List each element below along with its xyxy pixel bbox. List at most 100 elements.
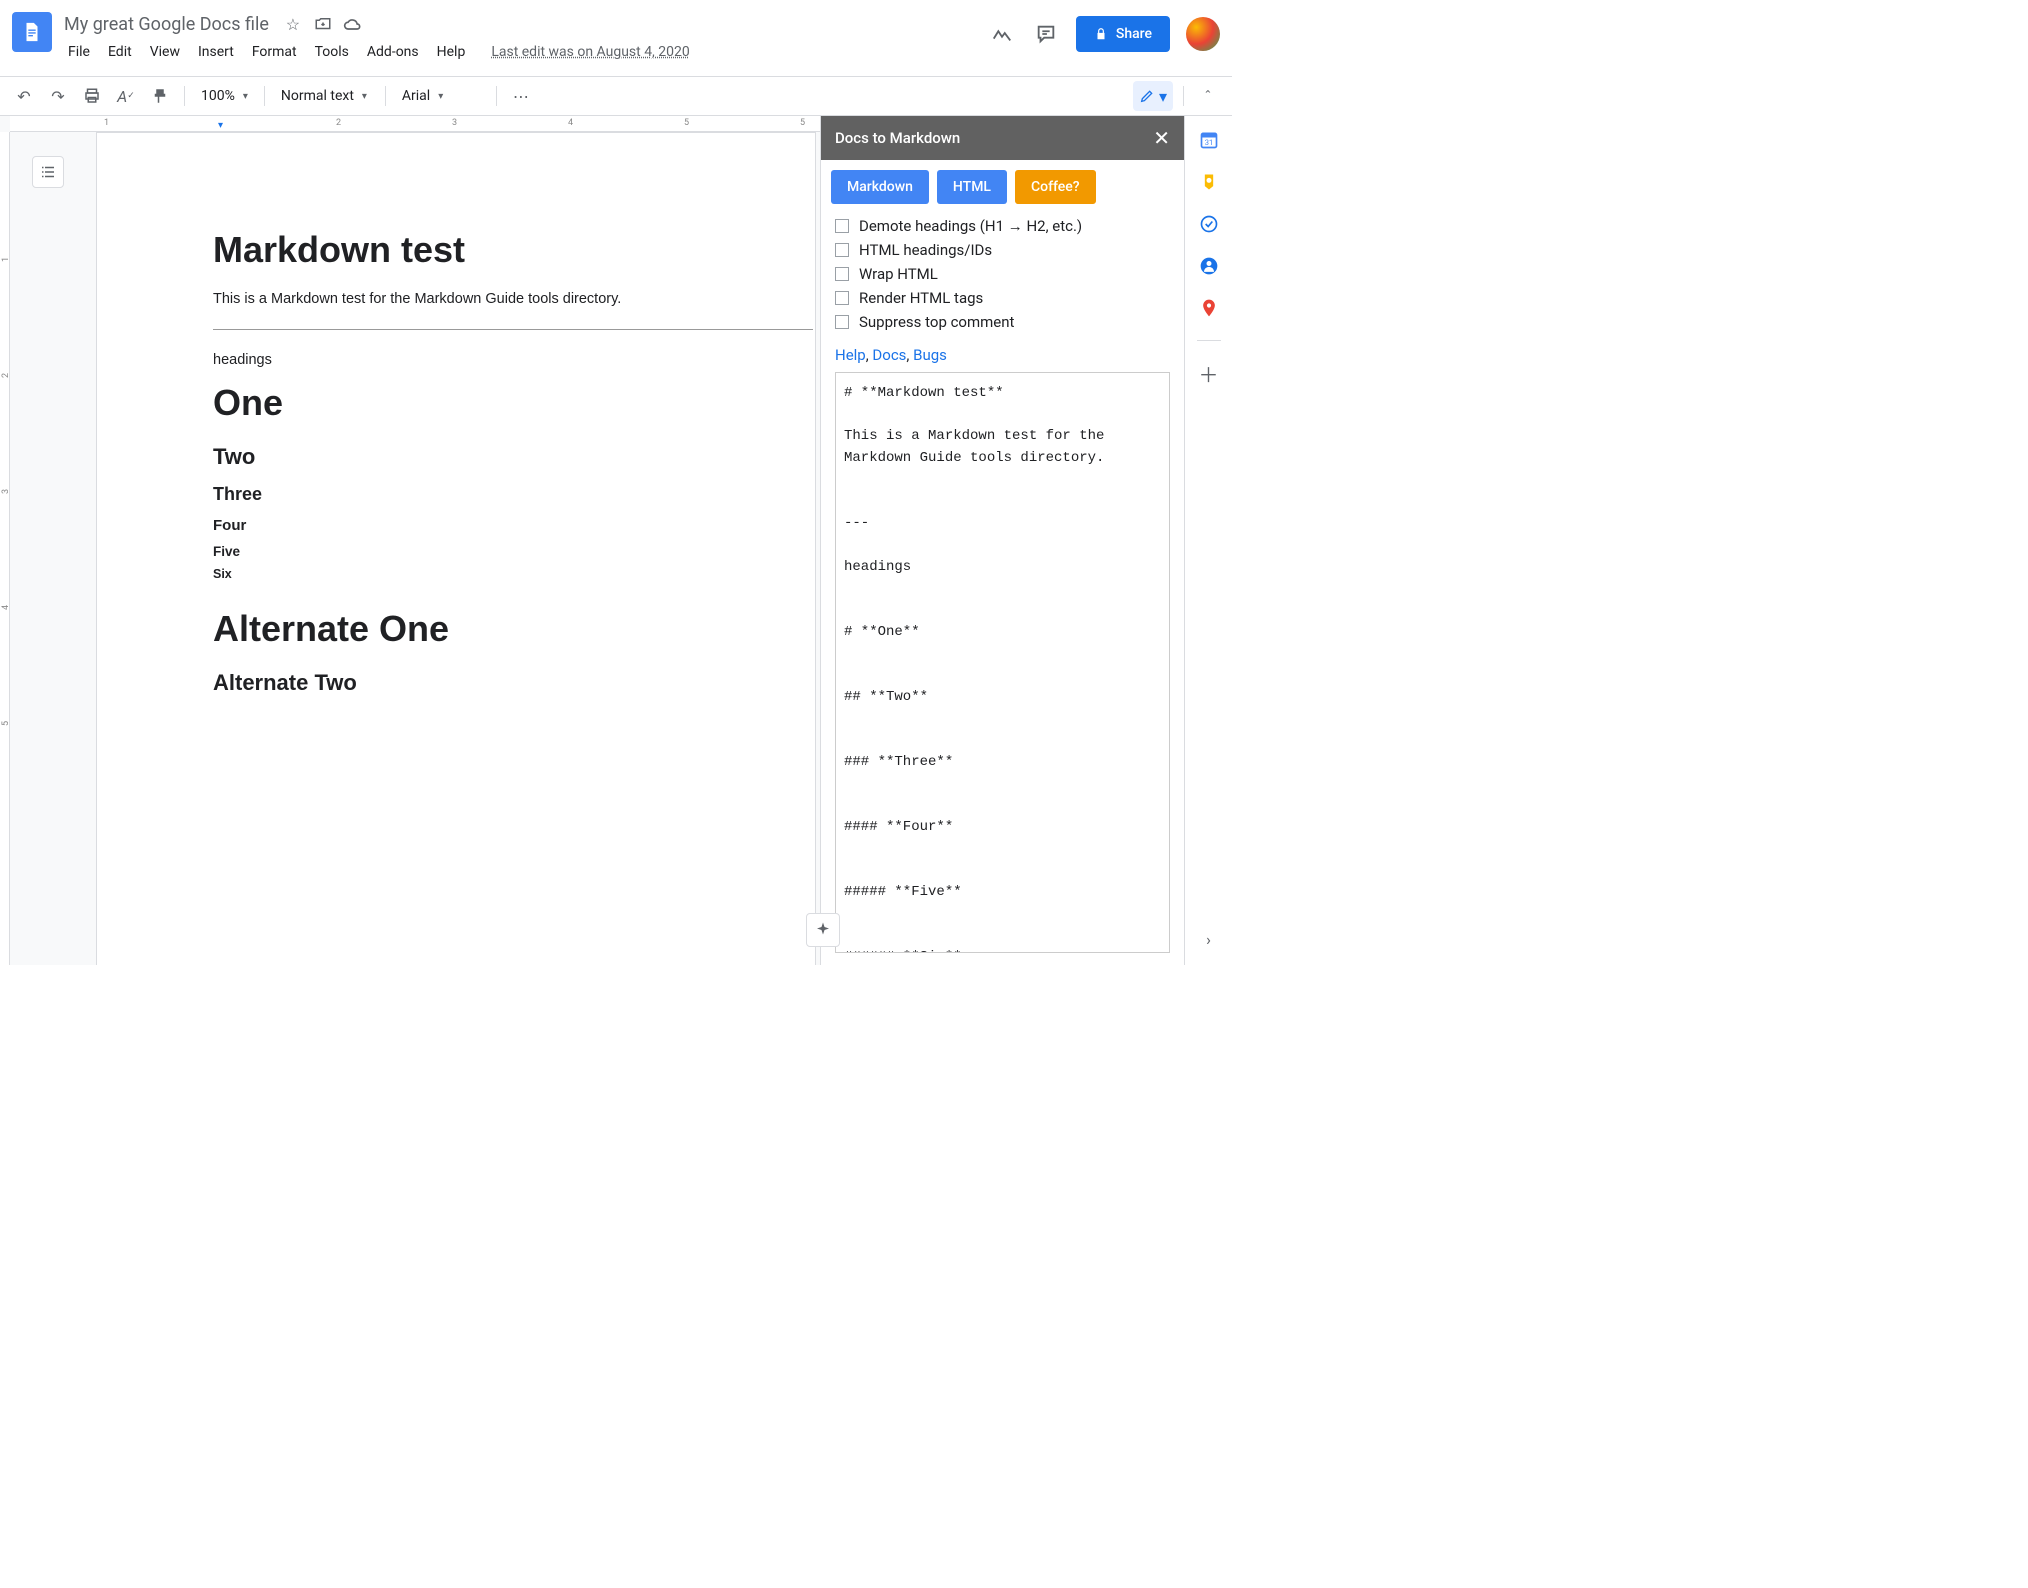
checkbox-label: Render HTML tags: [859, 289, 983, 307]
collapse-toolbar-button[interactable]: ˆ: [1194, 82, 1222, 110]
user-avatar[interactable]: [1186, 17, 1220, 51]
title-area: My great Google Docs file ☆ File Edit Vi…: [60, 8, 988, 64]
maps-icon[interactable]: [1199, 298, 1219, 318]
main-area: 1 2 3 4 5 5 ▾ 1 2 3 4 5 Markdown test Th…: [0, 116, 1232, 965]
doc-heading-5: Five: [213, 544, 719, 559]
indent-marker-icon[interactable]: ▾: [218, 120, 223, 131]
addon-panel: Docs to Markdown ✕ Markdown HTML Coffee?…: [820, 116, 1184, 965]
print-button[interactable]: [78, 82, 106, 110]
menu-addons[interactable]: Add-ons: [359, 40, 427, 64]
bugs-link[interactable]: Bugs: [913, 346, 947, 364]
ruler-num: 4: [568, 118, 573, 128]
tab-html[interactable]: HTML: [937, 170, 1007, 204]
strip-divider: [1197, 340, 1221, 341]
contacts-icon[interactable]: [1199, 256, 1219, 276]
help-link[interactable]: Help: [835, 346, 866, 364]
docs-link[interactable]: Docs: [872, 346, 906, 364]
calendar-icon[interactable]: 31: [1199, 130, 1219, 150]
explore-icon: [814, 921, 832, 939]
horizontal-rule: [213, 329, 813, 330]
menu-insert[interactable]: Insert: [190, 40, 242, 64]
outline-icon: [39, 163, 57, 181]
doc-heading-3: Three: [213, 484, 719, 505]
addon-title: Docs to Markdown: [835, 129, 960, 147]
document-outline-button[interactable]: [32, 156, 64, 188]
docs-logo[interactable]: [12, 12, 52, 52]
share-label: Share: [1116, 26, 1152, 42]
tab-coffee[interactable]: Coffee?: [1015, 170, 1096, 204]
lock-icon: [1094, 27, 1108, 41]
doc-heading-alt1: Alternate One: [213, 608, 719, 650]
move-icon[interactable]: [313, 14, 333, 34]
doc-heading-1: One: [213, 382, 719, 424]
side-panel-strip: 31 ＋ ›: [1184, 116, 1232, 965]
horizontal-ruler[interactable]: 1 2 3 4 5 5 ▾: [10, 116, 820, 132]
checkbox-label: Suppress top comment: [859, 313, 1014, 331]
doc-heading-alt2: Alternate Two: [213, 670, 719, 696]
doc-paragraph: headings: [213, 352, 719, 368]
addon-links: Help, Docs, Bugs: [821, 342, 1184, 372]
checkbox-label: Wrap HTML: [859, 265, 938, 283]
star-icon[interactable]: ☆: [283, 14, 303, 34]
page[interactable]: Markdown test This is a Markdown test fo…: [96, 132, 816, 965]
doc-heading-4: Four: [213, 517, 719, 534]
menu-format[interactable]: Format: [244, 40, 305, 64]
add-addon-button[interactable]: ＋: [1199, 363, 1219, 383]
close-addon-button[interactable]: ✕: [1153, 126, 1170, 150]
zoom-select[interactable]: 100%▾: [195, 82, 254, 110]
document-title[interactable]: My great Google Docs file: [60, 12, 273, 37]
document-area: 1 2 3 4 5 5 ▾ 1 2 3 4 5 Markdown test Th…: [0, 116, 820, 965]
ruler-num: 3: [452, 118, 457, 128]
more-toolbar-button[interactable]: ⋯: [507, 82, 535, 110]
paint-format-button[interactable]: [146, 82, 174, 110]
checkbox-suppress-comment[interactable]: [835, 315, 849, 329]
menu-bar: File Edit View Insert Format Tools Add-o…: [60, 40, 988, 64]
pencil-icon: [1139, 88, 1155, 104]
chevron-down-icon: ▾: [1159, 87, 1167, 106]
explore-button[interactable]: [806, 913, 840, 947]
addon-options: Demote headings (H1 → H2, etc.) HTML hea…: [821, 212, 1184, 342]
addon-tabs: Markdown HTML Coffee?: [821, 160, 1184, 212]
docs-logo-icon: [21, 18, 43, 46]
menu-edit[interactable]: Edit: [100, 40, 140, 64]
checkbox-wrap-html[interactable]: [835, 267, 849, 281]
header-right: Share: [988, 16, 1220, 52]
checkbox-label: Demote headings (H1 → H2, etc.): [859, 217, 1082, 235]
addon-header: Docs to Markdown ✕: [821, 116, 1184, 160]
tab-markdown[interactable]: Markdown: [831, 170, 929, 204]
svg-text:31: 31: [1204, 138, 1212, 147]
doc-heading-6: Six: [213, 567, 719, 581]
redo-button[interactable]: ↷: [44, 82, 72, 110]
checkbox-demote-headings[interactable]: [835, 219, 849, 233]
checkbox-html-headings[interactable]: [835, 243, 849, 257]
menu-help[interactable]: Help: [429, 40, 474, 64]
menu-view[interactable]: View: [142, 40, 188, 64]
hide-side-panel-button[interactable]: ›: [1199, 929, 1219, 949]
activity-icon[interactable]: [988, 20, 1016, 48]
comments-icon[interactable]: [1032, 20, 1060, 48]
ruler-num: 5: [684, 118, 689, 128]
editing-mode-button[interactable]: ▾: [1133, 81, 1173, 111]
toolbar: ↶ ↷ A✓ 100%▾ Normal text▾ Arial▾ ⋯ ▾ ˆ: [0, 76, 1232, 116]
undo-button[interactable]: ↶: [10, 82, 38, 110]
menu-file[interactable]: File: [60, 40, 98, 64]
cloud-saved-icon[interactable]: [343, 14, 363, 34]
doc-heading-title: Markdown test: [213, 229, 719, 271]
doc-heading-2: Two: [213, 444, 719, 470]
keep-icon[interactable]: [1199, 172, 1219, 192]
checkbox-label: HTML headings/IDs: [859, 241, 992, 259]
doc-paragraph: This is a Markdown test for the Markdown…: [213, 291, 719, 307]
tasks-icon[interactable]: [1199, 214, 1219, 234]
vertical-ruler[interactable]: 1 2 3 4 5: [0, 132, 10, 965]
last-edit-link[interactable]: Last edit was on August 4, 2020: [491, 44, 689, 60]
menu-tools[interactable]: Tools: [307, 40, 357, 64]
checkbox-render-html[interactable]: [835, 291, 849, 305]
app-header: My great Google Docs file ☆ File Edit Vi…: [0, 0, 1232, 76]
paragraph-style-select[interactable]: Normal text▾: [275, 82, 375, 110]
ruler-num: 1: [104, 118, 109, 128]
share-button[interactable]: Share: [1076, 16, 1170, 52]
spellcheck-button[interactable]: A✓: [112, 82, 140, 110]
ruler-num: 2: [336, 118, 341, 128]
font-select[interactable]: Arial▾: [396, 82, 486, 110]
markdown-output[interactable]: # **Markdown test** This is a Markdown t…: [835, 372, 1170, 953]
